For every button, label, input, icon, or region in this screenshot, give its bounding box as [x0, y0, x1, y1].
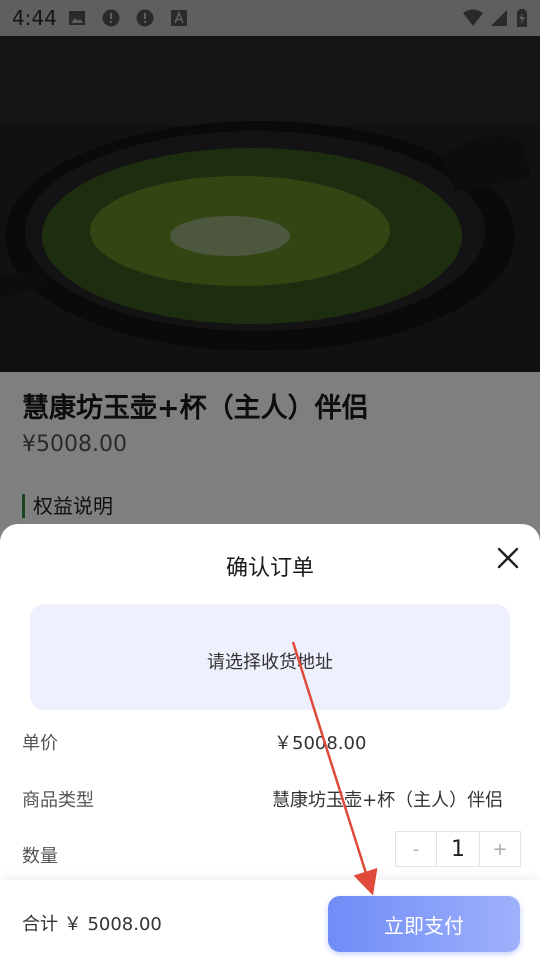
- quantity-decrease-button[interactable]: -: [396, 832, 436, 866]
- product-type-label: 商品类型: [22, 790, 94, 811]
- quantity-label: 数量: [22, 846, 58, 867]
- quantity-value[interactable]: 1: [436, 832, 480, 866]
- order-footer: 合计 ￥ 5008.00 立即支付: [0, 880, 540, 960]
- product-type-value: 慧康坊玉壶+杯（主人）伴侣: [272, 790, 504, 811]
- unit-price-label: 单价: [22, 733, 58, 754]
- address-placeholder: 请选择收货地址: [207, 652, 333, 673]
- close-icon[interactable]: [494, 544, 522, 572]
- pay-now-button[interactable]: 立即支付: [328, 896, 520, 952]
- sheet-title: 确认订单: [225, 556, 314, 581]
- quantity-increase-button[interactable]: +: [480, 832, 520, 866]
- unit-price-value: ￥5008.00: [274, 733, 367, 754]
- quantity-stepper: - 1 +: [395, 831, 521, 867]
- select-address-button[interactable]: 请选择收货地址: [30, 604, 510, 710]
- order-total: 合计 ￥ 5008.00: [22, 914, 162, 935]
- order-confirm-sheet: 确认订单 请选择收货地址 单价 ￥5008.00 商品类型 慧康坊玉壶+杯（主人…: [0, 524, 540, 960]
